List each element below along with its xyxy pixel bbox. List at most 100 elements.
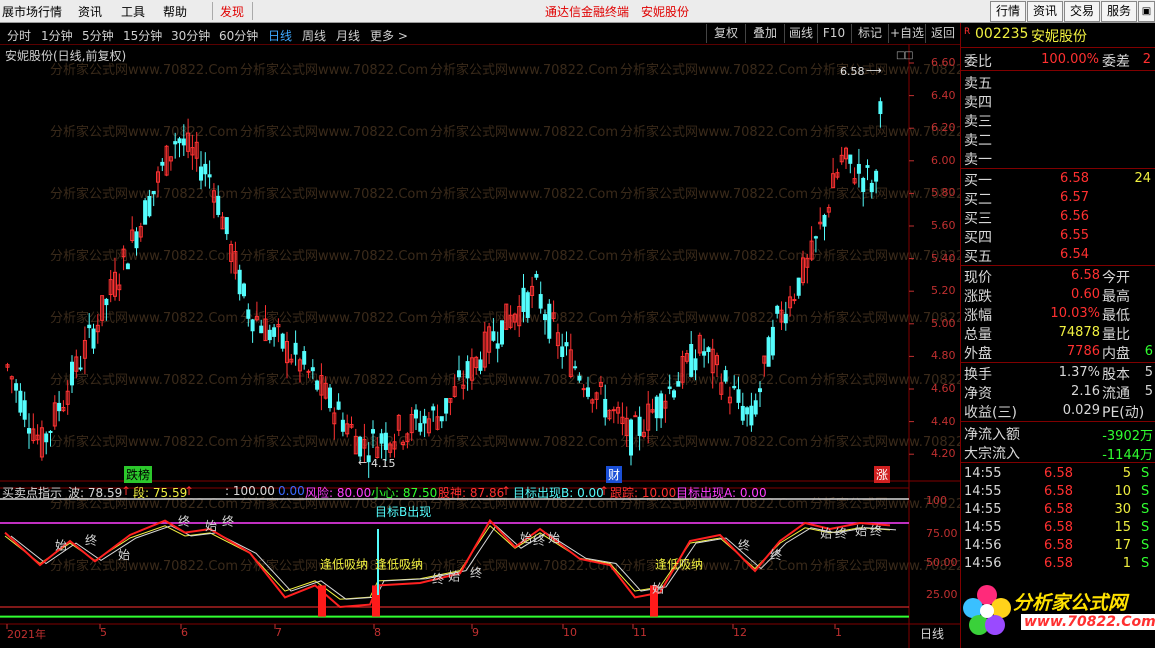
candle-body: [495, 343, 500, 349]
draw-line-button[interactable]: 画线: [784, 24, 817, 43]
restore-right-button[interactable]: 复权: [706, 24, 745, 43]
date-axis: [6, 624, 836, 629]
candle-body: [237, 269, 242, 295]
overlay-button[interactable]: 叠加: [745, 24, 784, 43]
tick-side: S: [1141, 538, 1150, 553]
high-arrow-icon: ⟶: [866, 64, 882, 77]
candle-body: [315, 380, 320, 390]
watermark-text: 分析家公式网www.70822.Com: [50, 310, 238, 326]
tick-side: S: [1141, 520, 1150, 535]
buy-4-label: 买四: [964, 230, 992, 246]
period-1min[interactable]: 1分钟: [41, 27, 73, 44]
outer-label: 外盘: [964, 346, 992, 362]
candle-body: [637, 416, 642, 436]
mark-button[interactable]: 标记: [851, 24, 888, 43]
app-title: 通达信金融终端: [545, 5, 630, 19]
menu-news[interactable]: 资讯: [78, 3, 102, 20]
indicator-god: 股神: 87.86: [438, 486, 505, 500]
logo-text: 分析家公式网: [1013, 592, 1128, 614]
price-tick-label: 5.40: [931, 251, 956, 265]
candle-body: [706, 347, 711, 352]
window-control-icon[interactable]: ▣: [1138, 1, 1155, 22]
f10-button[interactable]: F10: [817, 24, 850, 43]
period-30min[interactable]: 30分钟: [171, 27, 210, 44]
event-marker-blue[interactable]: 财: [606, 466, 623, 483]
menu-discover[interactable]: 发现: [220, 3, 244, 20]
candle-body: [302, 351, 307, 365]
tick-side: S: [1141, 556, 1150, 571]
candle-body: [216, 195, 221, 215]
event-marker-red[interactable]: 涨: [874, 466, 891, 483]
indicator-target-a: 目标出现A: 0.00: [676, 486, 767, 500]
collapse-icon[interactable]: □: [904, 50, 913, 61]
menu-market[interactable]: 展市场行情: [2, 3, 62, 20]
candle-body: [856, 163, 861, 174]
candle-body: [564, 342, 569, 347]
add-watchlist-button[interactable]: +自选: [888, 24, 925, 43]
tick-time: 14:56: [964, 538, 1002, 553]
period-5min[interactable]: 5分钟: [82, 27, 114, 44]
date-label: 9: [472, 626, 479, 639]
sell-4-label: 卖四: [964, 95, 992, 111]
event-marker-green[interactable]: 跌榜: [124, 466, 153, 483]
signal-label: 逢低吸纳: [320, 558, 368, 572]
tick-row: 14:55 6.58 5 S: [961, 465, 1155, 483]
news-button[interactable]: 资讯: [1027, 1, 1063, 22]
watermark-text: 分析家公式网www.70822.Com: [430, 434, 618, 450]
watermark-text: 分析家公式网www.70822.Com: [50, 558, 238, 574]
price-tick-label: 4.20: [931, 447, 956, 461]
change-label: 涨跌: [964, 289, 992, 305]
period-60min[interactable]: 60分钟: [219, 27, 258, 44]
back-button[interactable]: 返回: [925, 24, 960, 43]
signal-label: 始: [855, 524, 867, 538]
buy-2-price: 6.57: [1060, 190, 1089, 205]
period-timeshare[interactable]: 分时: [7, 27, 31, 44]
divider: [961, 70, 1155, 71]
tick-price: 6.58: [1044, 520, 1073, 535]
period-monthly[interactable]: 月线: [336, 27, 360, 44]
trade-button[interactable]: 交易: [1064, 1, 1100, 22]
period-more[interactable]: 更多 >: [370, 27, 408, 44]
signal-label: 始: [548, 531, 560, 545]
candle-body: [521, 287, 526, 312]
period-15min[interactable]: 15分钟: [123, 27, 162, 44]
candles: [5, 97, 883, 478]
candle-body: [813, 236, 818, 239]
sell-1-label: 卖一: [964, 152, 992, 168]
divider: [961, 168, 1155, 169]
kline-chart[interactable]: 分析家公式网www.70822.Com 分析家公式网www.70822.Com 分析…: [0, 44, 960, 648]
price-tick-label: 4.80: [931, 349, 956, 363]
buy-signal-bar: [318, 585, 326, 617]
candle-body: [547, 303, 552, 339]
period-weekly[interactable]: 周线: [302, 27, 326, 44]
candle-body: [869, 182, 874, 193]
menu-help[interactable]: 帮助: [163, 3, 187, 20]
indicator-100: : 100.00: [225, 484, 275, 498]
indicator-panel: 始终始终始终目标B出现逢低吸纳 逢低吸纳终始终始终始终逢低吸纳始终始终始终: [0, 498, 909, 618]
volratio-label: 量比: [1102, 327, 1130, 343]
candle-body: [293, 342, 298, 355]
up-arrow-icon: ↑: [599, 484, 610, 498]
indicator-name[interactable]: 买卖点指示: [2, 484, 62, 501]
weibi-label: 委比: [964, 54, 992, 70]
menu-tools[interactable]: 工具: [121, 3, 145, 20]
buy-1-vol: 24: [1134, 171, 1151, 186]
candle-body: [693, 358, 698, 371]
candle-body: [573, 366, 578, 369]
up-arrow-icon: ↑: [121, 484, 132, 498]
signal-label: 逢低吸纳: [375, 558, 423, 572]
price-label: 现价: [964, 270, 992, 286]
quote-button[interactable]: 行情: [990, 1, 1026, 22]
signal-label: 终: [470, 565, 482, 580]
price-tick-label: 6.20: [931, 121, 956, 135]
watermark-text: 分析家公式网www.70822.Com: [240, 124, 428, 140]
tick-time: 14:55: [964, 520, 1002, 535]
signal-label: 始: [55, 538, 67, 552]
capital-value: 5: [1144, 365, 1153, 380]
candle-body: [500, 320, 504, 345]
service-button[interactable]: 服务: [1101, 1, 1137, 22]
candle-body: [586, 387, 590, 397]
high-price-label: 6.58: [840, 65, 865, 78]
candle-body: [861, 177, 866, 192]
period-daily[interactable]: 日线: [268, 27, 292, 44]
